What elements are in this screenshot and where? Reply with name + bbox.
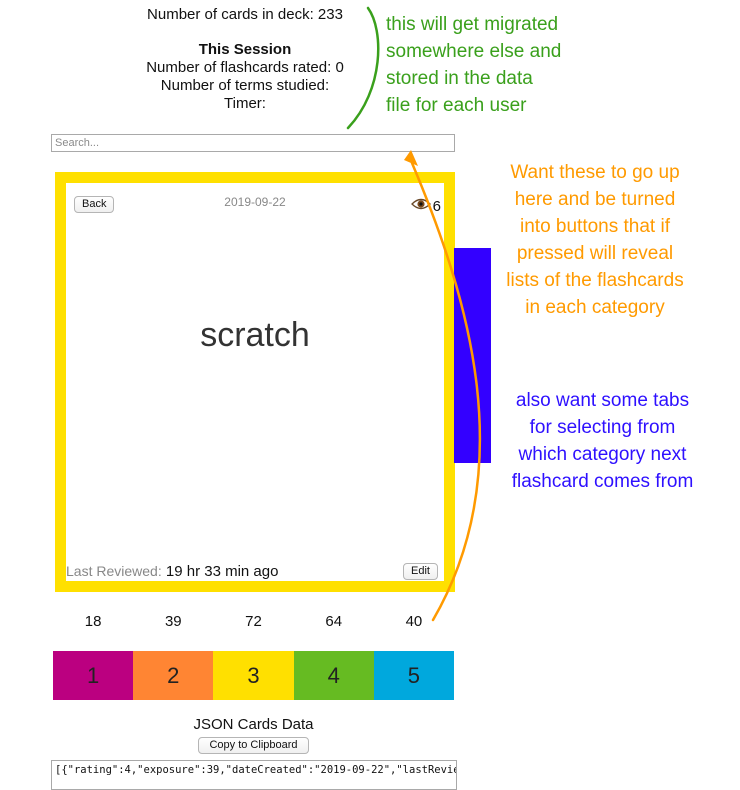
green-brace-stroke — [346, 6, 380, 130]
orange-arrow-icon — [410, 161, 482, 622]
annotation-arrows — [346, 6, 482, 622]
